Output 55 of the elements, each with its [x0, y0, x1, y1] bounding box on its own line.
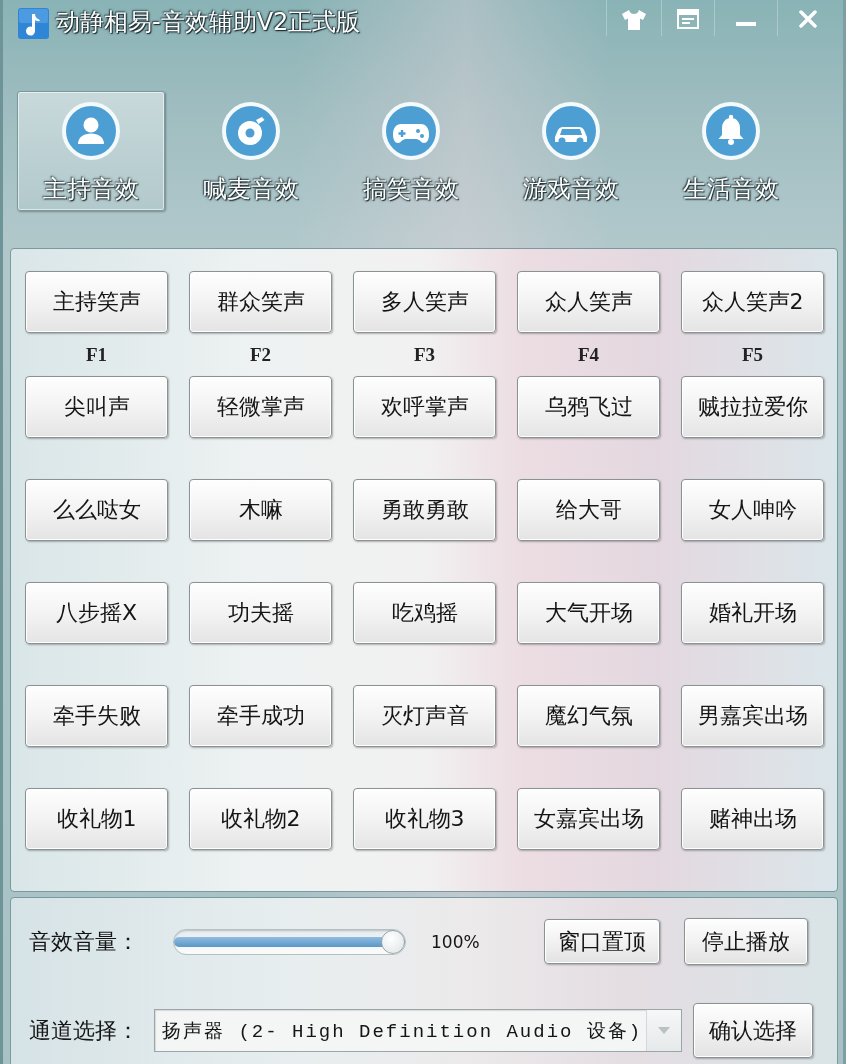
- sound-button[interactable]: 吃鸡摇: [353, 582, 496, 644]
- gamepad-icon: [382, 102, 440, 160]
- sound-button[interactable]: 收礼物3: [353, 788, 496, 850]
- caret-icon: [658, 1027, 670, 1034]
- sound-button[interactable]: 收礼物1: [25, 788, 168, 850]
- hotkey-label: F1: [85, 343, 108, 366]
- channel-dropdown[interactable]: 扬声器 (2- High Definition Audio 设备): [154, 1009, 682, 1052]
- window-icon[interactable]: [677, 9, 699, 29]
- sound-button[interactable]: 男嘉宾出场: [681, 685, 824, 747]
- hotkey-label: F2: [249, 343, 272, 366]
- sound-button[interactable]: 众人笑声2: [681, 271, 824, 333]
- sound-button[interactable]: 赌神出场: [681, 788, 824, 850]
- sound-button[interactable]: 尖叫声: [25, 376, 168, 438]
- window-title: 动静相易-音效辅助V2正式版: [56, 7, 361, 38]
- sound-button[interactable]: 功夫摇: [189, 582, 332, 644]
- slider-thumb[interactable]: [381, 929, 405, 954]
- sound-button[interactable]: 魔幻气氛: [517, 685, 660, 747]
- car-icon: [542, 102, 600, 160]
- panel-button[interactable]: 窗口置顶: [544, 919, 660, 964]
- bell-icon: [702, 102, 760, 160]
- hotkey-label: F4: [577, 343, 600, 366]
- sound-button[interactable]: 收礼物2: [189, 788, 332, 850]
- volume-label: 音效音量：: [29, 927, 140, 956]
- sound-button[interactable]: 大气开场: [517, 582, 660, 644]
- sound-button[interactable]: 木嘛: [189, 479, 332, 541]
- volume-slider[interactable]: [173, 928, 406, 955]
- person-icon: [62, 102, 120, 160]
- sound-button[interactable]: 牵手失败: [25, 685, 168, 747]
- volume-reading: 100%: [431, 931, 481, 952]
- shirt-icon[interactable]: [622, 10, 646, 30]
- sound-button[interactable]: 女嘉宾出场: [517, 788, 660, 850]
- sound-button[interactable]: 么么哒女: [25, 479, 168, 541]
- sound-button[interactable]: 欢呼掌声: [353, 376, 496, 438]
- sound-button[interactable]: 灭灯声音: [353, 685, 496, 747]
- sound-button[interactable]: 贼拉拉爱你: [681, 376, 824, 438]
- sound-button[interactable]: 乌鸦飞过: [517, 376, 660, 438]
- hotkey-label: F5: [741, 343, 764, 366]
- app-logo-icon: [18, 8, 49, 39]
- disc-icon: [222, 102, 280, 160]
- sound-button[interactable]: 勇敢勇敢: [353, 479, 496, 541]
- sound-button[interactable]: 主持笑声: [25, 271, 168, 333]
- sound-button[interactable]: 多人笑声: [353, 271, 496, 333]
- sound-button[interactable]: 牵手成功: [189, 685, 332, 747]
- sound-button[interactable]: 群众笑声: [189, 271, 332, 333]
- sound-button[interactable]: 众人笑声: [517, 271, 660, 333]
- panel-button[interactable]: 停止播放: [684, 918, 808, 965]
- sound-button[interactable]: 八步摇X: [25, 582, 168, 644]
- sound-button[interactable]: 给大哥: [517, 479, 660, 541]
- channel-label: 通道选择：: [29, 1016, 140, 1045]
- sound-button[interactable]: 婚礼开场: [681, 582, 824, 644]
- sound-button[interactable]: 轻微掌声: [189, 376, 332, 438]
- confirm-button[interactable]: 确认选择: [693, 1003, 813, 1058]
- hotkey-label: F3: [413, 343, 436, 366]
- close-icon[interactable]: [799, 10, 817, 28]
- sound-button[interactable]: 女人呻吟: [681, 479, 824, 541]
